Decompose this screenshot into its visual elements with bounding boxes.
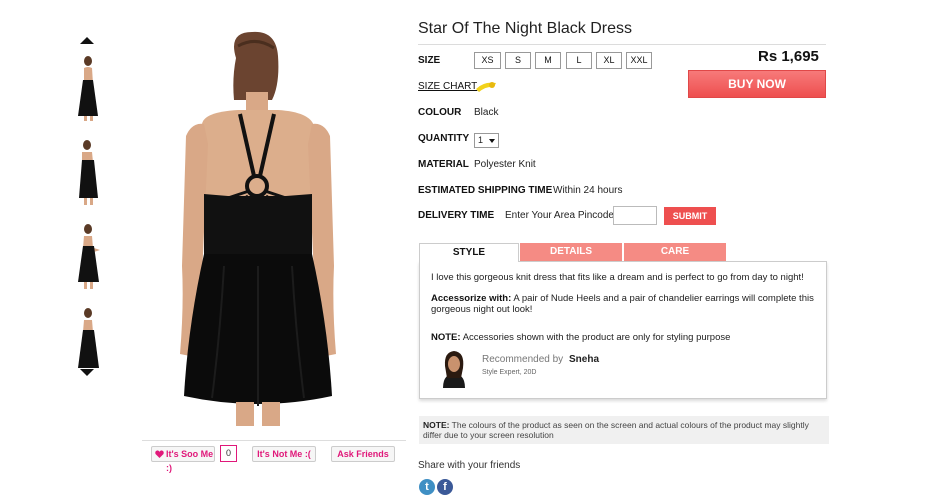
- size-option-xs[interactable]: XS: [474, 52, 501, 69]
- material-label: MATERIAL: [418, 159, 469, 170]
- size-label: SIZE: [418, 55, 441, 66]
- not-me-button[interactable]: It's Not Me :(: [252, 446, 316, 462]
- social-bar: It's Soo Me :) 0 It's Not Me :( Ask Frie…: [142, 440, 406, 473]
- material-value: Polyester Knit: [474, 159, 536, 170]
- buy-now-button[interactable]: BUY NOW: [688, 70, 826, 98]
- heart-icon: [155, 450, 164, 458]
- measuring-tape-icon: [476, 82, 496, 92]
- thumbnail-side-view[interactable]: [70, 138, 106, 206]
- colour-value: Black: [474, 107, 499, 118]
- accessorize-heading: Accessorize with:: [431, 293, 512, 304]
- size-option-m[interactable]: M: [535, 52, 561, 69]
- ask-friends-button[interactable]: Ask Friends: [331, 446, 395, 462]
- size-option-l[interactable]: L: [566, 52, 592, 69]
- love-it-button[interactable]: It's Soo Me :): [151, 446, 215, 473]
- title-divider: [418, 44, 826, 45]
- pincode-prompt: Enter Your Area Pincode: [505, 210, 614, 221]
- thumbnail-back-view[interactable]: [70, 54, 106, 122]
- share-label: Share with your friends: [418, 460, 521, 471]
- avatar: [437, 348, 471, 388]
- thumbnail-front-view[interactable]: [70, 306, 106, 374]
- pincode-submit-button[interactable]: SUBMIT: [664, 207, 716, 225]
- shipping-time-value: Within 24 hours: [553, 185, 623, 196]
- recommended-by-label: Recommended by: [482, 354, 564, 365]
- recommender-title: Style Expert, 20D: [482, 369, 537, 376]
- colour-label: COLOUR: [418, 107, 462, 118]
- style-tab-panel: I love this gorgeous knit dress that fit…: [419, 261, 827, 399]
- tab-care[interactable]: CARE: [624, 243, 726, 261]
- product-price: Rs 1,695: [758, 48, 819, 65]
- recommender-name: Sneha: [569, 354, 600, 365]
- size-option-xl[interactable]: XL: [596, 52, 622, 69]
- thumbnail-pose-view[interactable]: [70, 222, 106, 290]
- size-chart-link[interactable]: SIZE CHART: [418, 81, 477, 92]
- chevron-down-icon: [489, 139, 495, 143]
- delivery-time-label: DELIVERY TIME: [418, 210, 495, 221]
- thumbnail-down-arrow-icon[interactable]: [80, 369, 94, 376]
- tab-style[interactable]: STYLE: [419, 243, 519, 262]
- style-description: I love this gorgeous knit dress that fit…: [431, 272, 804, 283]
- size-option-xxl[interactable]: XXL: [626, 52, 652, 69]
- quantity-label: QUANTITY: [418, 133, 470, 144]
- shipping-time-label: ESTIMATED SHIPPING TIME: [418, 185, 553, 196]
- colour-note-body: The colours of the product as seen on th…: [423, 420, 809, 440]
- main-product-image: [128, 26, 390, 426]
- colour-note-heading: NOTE:: [423, 420, 450, 430]
- pincode-input[interactable]: [613, 206, 657, 225]
- quantity-value: 1: [478, 135, 484, 145]
- styling-note: NOTE: Accessories shown with the product…: [431, 332, 821, 343]
- love-it-label: It's Soo Me :): [166, 449, 214, 473]
- facebook-icon[interactable]: f: [437, 479, 453, 495]
- size-option-s[interactable]: S: [505, 52, 531, 69]
- quantity-select[interactable]: 1: [474, 133, 499, 148]
- love-count: 0: [220, 445, 237, 462]
- tab-details[interactable]: DETAILS: [520, 243, 622, 261]
- product-title: Star Of The Night Black Dress: [418, 20, 632, 37]
- accessorize-text: Accessorize with: A pair of Nude Heels a…: [431, 293, 821, 315]
- thumbnail-up-arrow-icon[interactable]: [80, 37, 94, 44]
- styling-note-body: Accessories shown with the product are o…: [462, 332, 731, 343]
- colour-note: NOTE: The colours of the product as seen…: [419, 416, 829, 444]
- twitter-icon[interactable]: t: [419, 479, 435, 495]
- styling-note-heading: NOTE:: [431, 332, 461, 343]
- thumbnail-strip: [66, 30, 110, 380]
